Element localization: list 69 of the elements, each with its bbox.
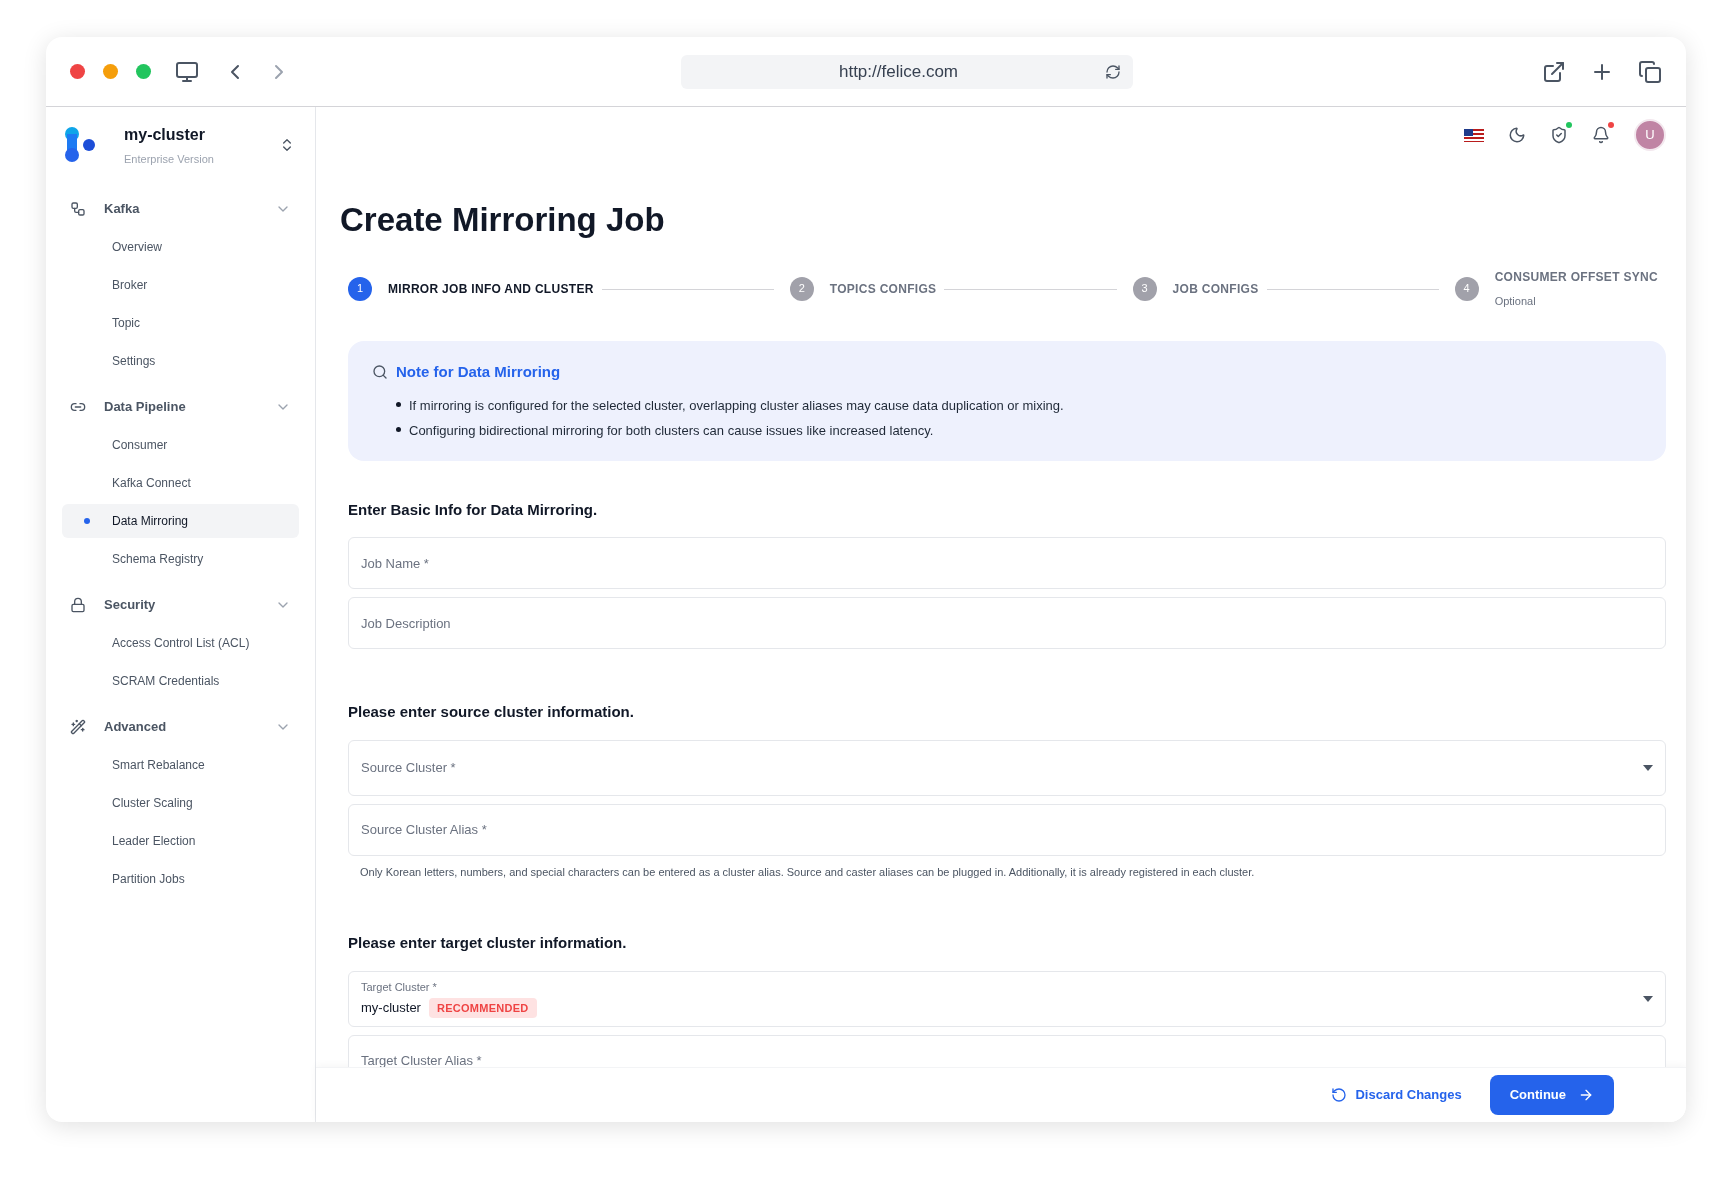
- share-icon[interactable]: [1542, 59, 1566, 84]
- reload-icon[interactable]: [1104, 63, 1121, 80]
- text-input-field[interactable]: Source Cluster Alias *: [348, 803, 1666, 856]
- nav-item[interactable]: SCRAM Credentials: [62, 663, 299, 698]
- step-number: 4: [1454, 276, 1479, 301]
- undo-icon: [1331, 1087, 1348, 1103]
- wand-icon: [70, 718, 86, 735]
- close-window-control[interactable]: [70, 64, 85, 79]
- edition-label: Enterprise Version: [124, 152, 215, 167]
- continue-button[interactable]: Continue: [1489, 1075, 1614, 1115]
- url-text: http://felice.com: [837, 60, 960, 83]
- field-label: Target Cluster *: [361, 980, 438, 995]
- text-input-field[interactable]: Job Description: [348, 597, 1666, 649]
- nav-item[interactable]: Topic: [62, 305, 299, 340]
- step-number: 1: [348, 276, 372, 301]
- helper-text: Only Korean letters, numbers, and special characters can be entered as a cluster alias. Source and caster aliases can be plugged in. Additionally, it is already registered in each cluster.: [360, 864, 1256, 880]
- section-heading: Please enter target cluster information.: [348, 933, 628, 953]
- nav-item[interactable]: Settings: [62, 343, 299, 378]
- cluster-name: my-cluster: [124, 125, 206, 145]
- nav-item[interactable]: Schema Registry: [62, 541, 299, 576]
- nav-item[interactable]: Data Mirroring: [62, 503, 299, 538]
- monitor-icon[interactable]: [175, 59, 199, 84]
- nav-item[interactable]: Cluster Scaling: [62, 785, 299, 820]
- section-heading: Enter Basic Info for Data Mirroring.: [348, 499, 599, 520]
- nav-item[interactable]: Consumer: [62, 427, 299, 462]
- bullet-icon: [396, 427, 401, 432]
- nav-item[interactable]: Overview: [62, 229, 299, 264]
- arrow-right-icon: [1578, 1087, 1594, 1103]
- dark-mode-icon[interactable]: [1508, 126, 1526, 144]
- select-field[interactable]: Source Cluster *: [348, 739, 1666, 796]
- page-title: Create Mirroring Job: [340, 200, 666, 240]
- step-label: CONSUMER OFFSET SYNC: [1494, 268, 1658, 286]
- nav-item[interactable]: Partition Jobs: [62, 861, 299, 896]
- nav-group-header[interactable]: Advanced: [62, 709, 299, 744]
- address-bar[interactable]: http://felice.com: [680, 54, 1133, 89]
- nav-item[interactable]: Kafka Connect: [62, 465, 299, 500]
- field-value: my-cluster: [361, 999, 421, 1017]
- step-label: MIRROR JOB INFO AND CLUSTER: [388, 280, 594, 298]
- text-input-field[interactable]: Job Name *: [348, 537, 1666, 589]
- note-title: Note for Data Mirroring: [396, 362, 561, 382]
- logo-icon: [62, 126, 96, 165]
- magnifier-icon: [372, 364, 388, 381]
- step-number: 3: [1132, 276, 1157, 301]
- step-label: TOPICS CONFIGS: [829, 280, 937, 298]
- tabs-icon[interactable]: [1638, 59, 1662, 84]
- nav-item[interactable]: Leader Election: [62, 823, 299, 858]
- step-sublabel: Optional: [1494, 293, 1537, 309]
- nav-item[interactable]: Access Control List (ACL): [62, 625, 299, 660]
- dropdown-caret-icon: [1643, 995, 1653, 1002]
- nodes-icon: [70, 200, 86, 217]
- nav-group-header[interactable]: Data Pipeline: [62, 389, 299, 424]
- nav-item[interactable]: Smart Rebalance: [62, 747, 299, 782]
- select-field[interactable]: Target Cluster * my-cluster RECOMMENDED: [348, 970, 1666, 1027]
- note-bullet-text: Configuring bidirectional mirroring for both clusters can cause issues like increased latency.: [409, 422, 934, 440]
- dropdown-caret-icon: [1643, 764, 1653, 771]
- nav-group-header[interactable]: Security: [62, 587, 299, 622]
- text-input-field[interactable]: Target Cluster Alias *: [348, 1034, 1666, 1067]
- us-flag-icon[interactable]: [1464, 128, 1484, 142]
- step-label: JOB CONFIGS: [1172, 280, 1259, 298]
- field-placeholder: Source Cluster *: [361, 758, 457, 777]
- nav-group-header[interactable]: Kafka: [62, 191, 299, 226]
- step-number: 2: [789, 276, 814, 301]
- lock-icon: [70, 596, 86, 613]
- note-bullet-text: If mirroring is configured for the selected cluster, overlapping cluster aliases may cause data duplication or mixing.: [409, 396, 1064, 415]
- nav-item[interactable]: Broker: [62, 267, 299, 302]
- recommended-badge: RECOMMENDED: [428, 997, 537, 1018]
- section-heading: Please enter source cluster information.: [348, 702, 635, 722]
- discard-changes-button[interactable]: Discard Changes: [1323, 1075, 1470, 1115]
- bullet-icon: [396, 401, 401, 407]
